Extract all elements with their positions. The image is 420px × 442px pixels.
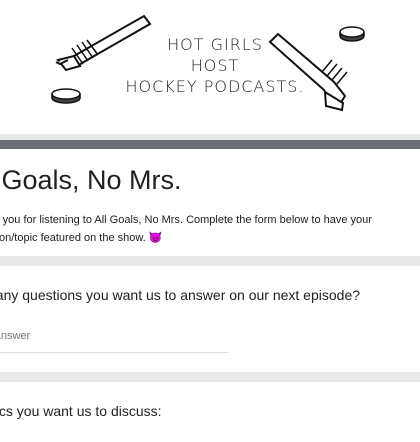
question-card: t any questions you want us to answer on…: [0, 266, 420, 372]
form-description: nk you for listening to All Goals, No Mr…: [0, 214, 372, 244]
banner-line-1: HOT GIRLS: [167, 35, 263, 54]
header-banner: HOT GIRLS HOST HOCKEY PODCASTS.: [0, 0, 420, 134]
banner-line-2: HOST: [190, 56, 240, 75]
hockey-puck-icon-bottom: [51, 88, 81, 104]
short-answer-input[interactable]: r answer: [0, 324, 228, 353]
answer-placeholder: r answer: [0, 330, 31, 342]
banner-title: HOT GIRLS HOST HOCKEY PODCASTS.: [110, 34, 320, 97]
question-card: pics you want us to discuss:: [0, 382, 420, 442]
question-label: pics you want us to discuss:: [0, 403, 162, 419]
form-header-card: l Goals, No Mrs. nk you for listening to…: [0, 140, 420, 256]
question-label: t any questions you want us to answer on…: [0, 287, 361, 303]
hockey-puck-icon-top: [339, 26, 365, 42]
form-title: l Goals, No Mrs.: [0, 165, 182, 195]
banner-line-3: HOCKEY PODCASTS.: [125, 77, 305, 96]
